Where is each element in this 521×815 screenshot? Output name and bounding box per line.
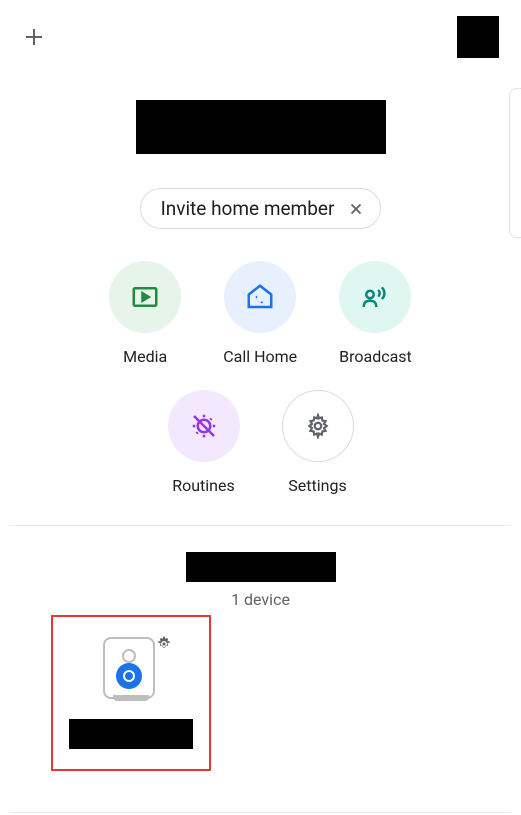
broadcast-icon-circle <box>339 261 411 333</box>
call-home-label: Call Home <box>223 347 297 366</box>
media-icon <box>130 282 160 312</box>
media-action[interactable]: Media <box>109 261 181 366</box>
routines-label: Routines <box>172 476 235 495</box>
routines-icon-circle <box>168 390 240 462</box>
call-home-icon-circle <box>224 261 296 333</box>
device-gear-icon <box>155 635 173 653</box>
scroll-indicator <box>509 88 521 238</box>
room-title <box>186 552 336 582</box>
settings-label: Settings <box>288 476 346 495</box>
media-icon-circle <box>109 261 181 333</box>
top-bar <box>0 0 521 58</box>
gear-icon <box>305 413 331 439</box>
routines-action[interactable]: Routines <box>168 390 240 495</box>
broadcast-label: Broadcast <box>339 347 412 366</box>
account-avatar[interactable] <box>457 16 499 58</box>
invite-home-member-chip[interactable]: Invite home member <box>140 188 382 229</box>
plus-icon <box>22 25 46 49</box>
device-card[interactable] <box>51 615 211 771</box>
add-button[interactable] <box>20 23 48 51</box>
invite-label: Invite home member <box>161 197 335 220</box>
device-name-label <box>69 719 193 749</box>
speaker-device-icon <box>103 637 155 699</box>
home-title <box>136 100 386 154</box>
actions-row-2: Routines Settings <box>0 390 521 495</box>
broadcast-icon <box>360 282 390 312</box>
routines-icon <box>189 411 219 441</box>
close-icon <box>347 200 365 218</box>
actions-row-1: Media Call Home Broadcast <box>0 261 521 366</box>
settings-icon-circle <box>282 390 354 462</box>
bottom-divider <box>10 812 511 813</box>
device-icon-wrap <box>103 637 159 699</box>
invite-dismiss-button[interactable] <box>346 199 366 219</box>
device-count-label: 1 device <box>0 590 521 609</box>
call-home-icon <box>245 282 275 312</box>
media-label: Media <box>123 347 167 366</box>
broadcast-action[interactable]: Broadcast <box>339 261 412 366</box>
settings-action[interactable]: Settings <box>282 390 354 495</box>
call-home-action[interactable]: Call Home <box>223 261 297 366</box>
room-section: 1 device <box>0 526 521 609</box>
